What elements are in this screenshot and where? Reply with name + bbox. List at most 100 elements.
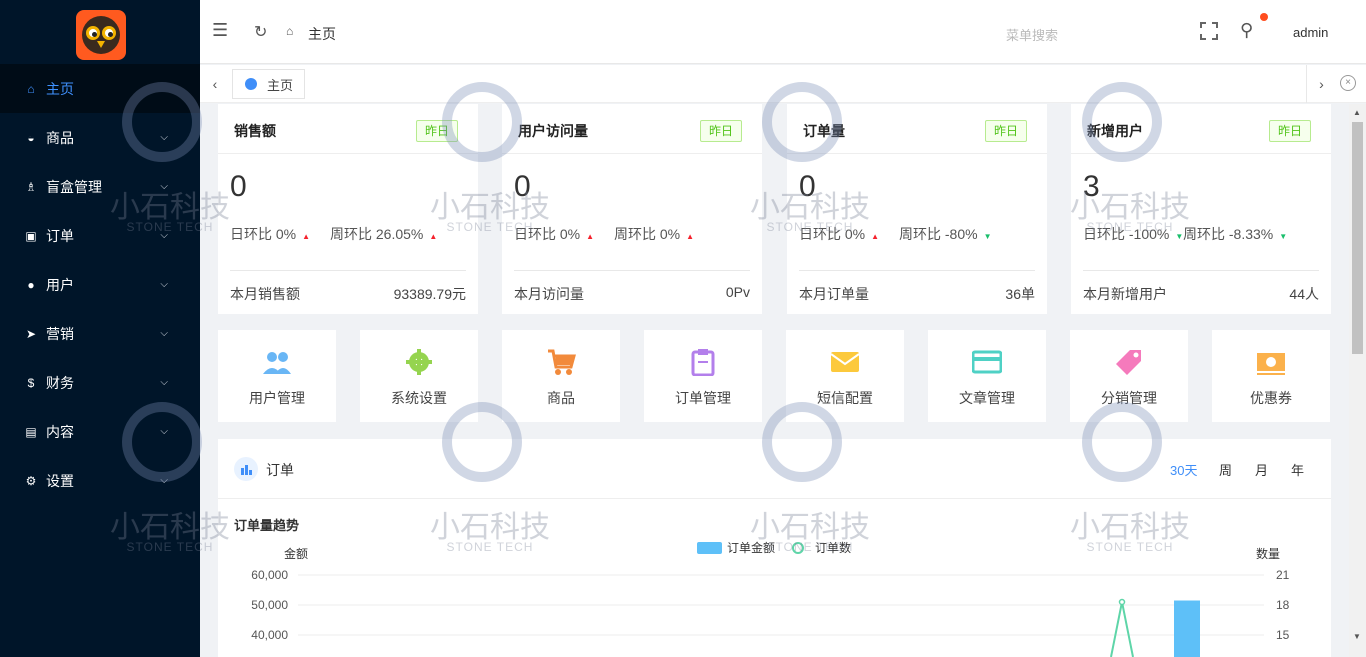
- period-badge[interactable]: 昨日: [699, 120, 742, 142]
- quick-link[interactable]: 用户管理: [218, 330, 336, 422]
- stat-footer-label: 本月销售额: [230, 286, 300, 302]
- orders-panel: 订单 30天 周 月 年 订单量趋势 金额 数量 60,000 50,000 40,000…: [218, 439, 1331, 657]
- order-count-point: [1118, 598, 1126, 606]
- users-icon: [263, 352, 291, 374]
- send-icon: ➤: [25, 326, 37, 341]
- gear-icon: [406, 349, 432, 375]
- coupon-icon: [1257, 353, 1285, 375]
- sidebar: ⌂ 主页 ◒ 商品 ⌵ ♗ 盲盒管理 ⌵ ▣ 订单 ⌵ ● 用户 ⌵ ➤ 营销 ⌵ $ 财务 ⌵ ▤ 内容 ⌵ ⚙ 设置 ⌵: [0, 0, 200, 657]
- scroll-thumb[interactable]: [1352, 122, 1363, 354]
- chevron-down-icon: ⌵: [160, 230, 168, 241]
- sidebar-item-label: 商品: [46, 129, 74, 146]
- owl-left-eye: [86, 26, 100, 40]
- quick-link[interactable]: 商品: [502, 330, 620, 422]
- stat-title: 销售额: [234, 123, 276, 139]
- scrollbar[interactable]: ▲ ▼: [1349, 104, 1366, 657]
- clipboard-icon: [691, 349, 715, 376]
- scroll-down-icon[interactable]: ▼: [1353, 632, 1361, 641]
- stat-footer-label: 本月新增用户: [1083, 286, 1167, 302]
- period-badge[interactable]: 昨日: [984, 120, 1027, 142]
- stat-title: 用户访问量: [518, 123, 588, 139]
- quick-link[interactable]: 分销管理: [1070, 330, 1188, 422]
- stat-card: 用户访问量 昨日 0 日环比 0% ▲ 周环比 0% ▲ 本月访问量 0Pv: [502, 104, 762, 314]
- sidebar-item-4[interactable]: ● 用户 ⌵: [0, 260, 200, 309]
- filter-30days[interactable]: 30天: [1170, 460, 1197, 479]
- refresh-icon[interactable]: ↻: [254, 22, 267, 42]
- stat-title: 订单量: [803, 123, 845, 139]
- daily-compare-text: 日环比 0%: [799, 226, 866, 242]
- chevron-down-icon: ⌵: [160, 181, 168, 192]
- quick-link[interactable]: 文章管理: [928, 330, 1046, 422]
- breadcrumb[interactable]: 主页: [308, 24, 336, 44]
- tab-prev-icon[interactable]: ‹: [204, 71, 226, 97]
- filter-year[interactable]: 年: [1291, 460, 1304, 479]
- cart-icon: [548, 349, 576, 375]
- trend-up-icon: ▲: [686, 232, 695, 241]
- trend-up-icon: ▲: [871, 232, 880, 241]
- weekly-compare: 周环比 -8.33% ▼: [1183, 224, 1287, 244]
- stat-value: 3: [1083, 170, 1100, 203]
- quick-link-label: 文章管理: [959, 390, 1015, 406]
- gear-icon: ⚙: [25, 473, 37, 488]
- trend-down-icon: ▼: [983, 232, 992, 241]
- chevron-down-icon: ⌵: [160, 426, 168, 437]
- stat-card: 新增用户 昨日 3 日环比 -100% ▼ 周环比 -8.33% ▼ 本月新增用户 44人: [1071, 104, 1331, 314]
- weekly-compare-text: 周环比 -80%: [899, 226, 978, 242]
- sidebar-item-7[interactable]: ▤ 内容 ⌵: [0, 407, 200, 456]
- weekly-compare: 周环比 26.05% ▲: [330, 224, 437, 244]
- weekly-compare: 周环比 -80% ▼: [899, 224, 992, 244]
- trend-down-icon: ▼: [1279, 232, 1288, 241]
- tab-home[interactable]: 主页: [232, 69, 305, 99]
- quick-link[interactable]: 订单管理: [644, 330, 762, 422]
- sidebar-item-3[interactable]: ▣ 订单 ⌵: [0, 211, 200, 260]
- tab-next-icon[interactable]: ›: [1306, 65, 1336, 103]
- cart-icon: ▣: [25, 228, 37, 243]
- orders-trend-chart: 订单量趋势金额 数量 60,000 50,000 40,000 21 18 15 订单金额 订单数: [234, 518, 1290, 657]
- filter-week[interactable]: 周: [1219, 460, 1232, 479]
- y-axis-right-label: 数量: [1256, 546, 1280, 561]
- sidebar-item-label: 财务: [46, 374, 74, 391]
- daily-compare-text: 日环比 0%: [230, 226, 297, 242]
- stat-card: 销售额 昨日 0 日环比 0% ▲ 周环比 26.05% ▲ 本月销售额 93389.79元: [218, 104, 478, 314]
- sidebar-item-0[interactable]: ⌂ 主页: [0, 64, 200, 113]
- quick-link[interactable]: 系统设置: [360, 330, 478, 422]
- sidebar-item-2[interactable]: ♗ 盲盒管理 ⌵: [0, 162, 200, 211]
- y-left-tick: 40,000: [251, 628, 288, 642]
- quick-link-label: 优惠券: [1250, 390, 1292, 406]
- close-tabs-icon[interactable]: ×: [1340, 75, 1356, 91]
- sidebar-item-1[interactable]: ◒ 商品 ⌵: [0, 113, 200, 162]
- menu-search-input[interactable]: 菜单搜索: [1006, 25, 1058, 44]
- bell-icon[interactable]: ⚲: [1240, 20, 1253, 41]
- trend-up-icon: ▲: [586, 232, 595, 241]
- y-left-tick: 60,000: [251, 568, 288, 582]
- daily-compare: 日环比 -100% ▼: [1083, 224, 1183, 244]
- chevron-down-icon: ⌵: [160, 132, 168, 143]
- scroll-up-icon[interactable]: ▲: [1353, 108, 1361, 117]
- quick-link[interactable]: 优惠券: [1212, 330, 1330, 422]
- mail-icon: [830, 352, 860, 372]
- quick-link[interactable]: 短信配置: [786, 330, 904, 422]
- weekly-compare-text: 周环比 26.05%: [330, 226, 424, 242]
- stat-card: 订单量 昨日 0 日环比 0% ▲ 周环比 -80% ▼ 本月订单量 36单: [787, 104, 1047, 314]
- user-icon: ●: [27, 277, 35, 292]
- daily-compare: 日环比 0% ▲: [230, 224, 310, 244]
- dollar-icon: $: [27, 375, 35, 390]
- chart-title: 订单量趋势: [234, 518, 299, 533]
- chevron-down-icon: ⌵: [160, 377, 168, 388]
- legend-line-swatch: [792, 542, 804, 554]
- sidebar-item-label: 内容: [46, 423, 74, 440]
- hamburger-icon[interactable]: ☰: [212, 20, 228, 41]
- period-badge[interactable]: 昨日: [415, 120, 458, 142]
- period-badge[interactable]: 昨日: [1268, 120, 1311, 142]
- username[interactable]: admin: [1293, 25, 1328, 40]
- order-amount-bar: [1174, 600, 1200, 657]
- filter-month[interactable]: 月: [1255, 460, 1268, 479]
- y-right-tick: 18: [1276, 598, 1290, 612]
- sidebar-item-5[interactable]: ➤ 营销 ⌵: [0, 309, 200, 358]
- quick-link-label: 用户管理: [249, 390, 305, 406]
- y-right-tick: 21: [1276, 568, 1290, 582]
- fullscreen-icon[interactable]: [1200, 22, 1218, 40]
- sidebar-item-8[interactable]: ⚙ 设置 ⌵: [0, 456, 200, 505]
- owl-logo[interactable]: [76, 10, 126, 60]
- sidebar-item-6[interactable]: $ 财务 ⌵: [0, 358, 200, 407]
